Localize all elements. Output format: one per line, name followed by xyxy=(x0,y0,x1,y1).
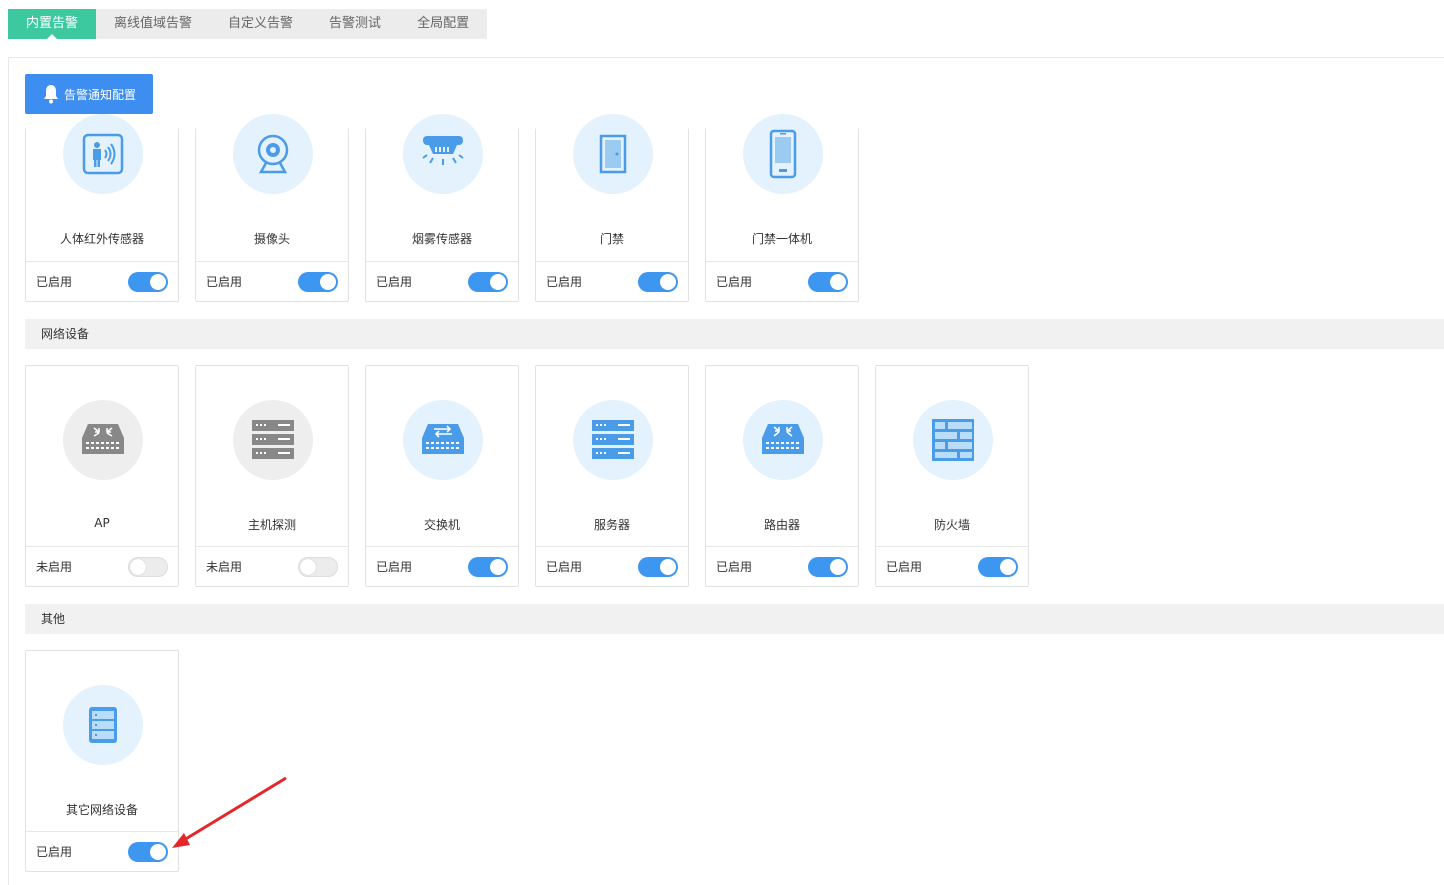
card-footer: 未启用 xyxy=(26,546,178,586)
firewall-icon xyxy=(913,400,993,480)
device-status: 已启用 xyxy=(716,275,753,289)
device-status: 已启用 xyxy=(376,560,413,574)
device-status: 已启用 xyxy=(886,560,923,574)
enable-toggle[interactable] xyxy=(298,556,338,577)
device-name: 服务器 xyxy=(593,518,630,532)
device-status: 已启用 xyxy=(36,845,73,859)
card-footer: 已启用 xyxy=(26,261,178,301)
section-header-network: 网络设备 xyxy=(25,319,1444,349)
section-header-other: 其他 xyxy=(25,604,1444,634)
device-name: 摄像头 xyxy=(253,232,290,246)
bell-icon xyxy=(43,85,58,104)
card-footer: 未启用 xyxy=(196,546,348,586)
enable-toggle[interactable] xyxy=(638,556,678,577)
card-footer: 已启用 xyxy=(706,261,858,301)
device-status: 已启用 xyxy=(546,560,583,574)
device-card: AP 未启用 xyxy=(25,365,179,587)
device-name: 门禁一体机 xyxy=(751,232,812,246)
enable-toggle[interactable] xyxy=(808,556,848,577)
device-card: 人体红外传感器 已启用 xyxy=(25,114,179,302)
device-card: 交换机 已启用 xyxy=(365,365,519,587)
camera-icon xyxy=(233,114,313,194)
device-name: 烟雾传感器 xyxy=(411,232,472,246)
enable-toggle[interactable] xyxy=(128,271,168,292)
device-status: 已启用 xyxy=(206,275,243,289)
enable-toggle[interactable] xyxy=(468,271,508,292)
tab-builtin-alerts[interactable]: 内置告警 xyxy=(8,9,97,39)
tab-global-config[interactable]: 全局配置 xyxy=(399,9,487,39)
tab-alert-test[interactable]: 告警测试 xyxy=(311,9,399,39)
router-icon xyxy=(743,400,823,480)
device-card: 烟雾传感器 已启用 xyxy=(365,114,519,302)
alert-notify-config-label: 告警通知配置 xyxy=(63,87,136,102)
enable-toggle[interactable] xyxy=(638,271,678,292)
device-card: 防火墙 已启用 xyxy=(875,365,1029,587)
smoke-detector-icon xyxy=(403,114,483,194)
device-card: 路由器 已启用 xyxy=(705,365,859,587)
host-probe-icon xyxy=(233,400,313,480)
device-status: 已启用 xyxy=(716,560,753,574)
card-footer: 已启用 xyxy=(366,261,518,301)
device-card: 服务器 已启用 xyxy=(535,365,689,587)
device-name: 路由器 xyxy=(763,518,800,532)
other-network-device-icon xyxy=(63,685,143,765)
tab-bar: 内置告警 离线值域告警 自定义告警 告警测试 全局配置 xyxy=(8,9,488,39)
card-footer: 已启用 xyxy=(196,261,348,301)
enable-toggle[interactable] xyxy=(468,556,508,577)
enable-toggle[interactable] xyxy=(128,841,168,862)
device-name: 门禁 xyxy=(599,232,624,246)
door-icon xyxy=(573,114,653,194)
enable-toggle[interactable] xyxy=(298,271,338,292)
device-card: 摄像头 已启用 xyxy=(195,114,349,302)
enable-toggle[interactable] xyxy=(808,271,848,292)
card-footer: 已启用 xyxy=(366,546,518,586)
device-status: 已启用 xyxy=(36,275,73,289)
server-icon xyxy=(573,400,653,480)
device-card: 门禁 已启用 xyxy=(535,114,689,302)
device-name: 交换机 xyxy=(423,518,460,532)
device-name: 防火墙 xyxy=(933,518,970,532)
card-footer: 已启用 xyxy=(26,831,178,871)
enable-toggle[interactable] xyxy=(128,556,168,577)
device-card: 门禁一体机 已启用 xyxy=(705,114,859,302)
infrared-sensor-icon xyxy=(63,114,143,194)
device-card: 其它网络设备 已启用 xyxy=(25,650,179,872)
ap-icon xyxy=(63,400,143,480)
device-name: 其它网络设备 xyxy=(65,803,138,817)
switch-icon xyxy=(403,400,483,480)
device-status: 未启用 xyxy=(206,560,243,574)
device-name: AP xyxy=(94,516,110,530)
device-name: 人体红外传感器 xyxy=(59,232,144,246)
tab-custom-alerts[interactable]: 自定义告警 xyxy=(210,9,311,39)
access-terminal-icon xyxy=(743,114,823,194)
alert-notify-config-button[interactable]: 告警通知配置 xyxy=(25,74,153,114)
device-name: 主机探测 xyxy=(247,518,296,532)
card-footer: 已启用 xyxy=(536,261,688,301)
enable-toggle[interactable] xyxy=(978,556,1018,577)
device-status: 已启用 xyxy=(376,275,413,289)
card-footer: 已启用 xyxy=(706,546,858,586)
card-footer: 已启用 xyxy=(876,546,1028,586)
card-footer: 已启用 xyxy=(536,546,688,586)
device-status: 未启用 xyxy=(36,560,73,574)
device-card: 主机探测 未启用 xyxy=(195,365,349,587)
tab-offline-range-alerts[interactable]: 离线值域告警 xyxy=(96,9,210,39)
device-status: 已启用 xyxy=(546,275,583,289)
